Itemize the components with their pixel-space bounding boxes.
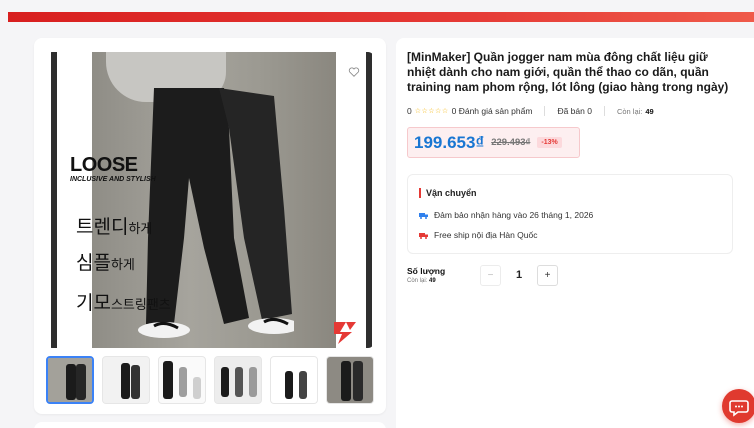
shipping-title-bar — [419, 188, 421, 198]
delivery-text: Đảm bảo nhận hàng vào 26 tháng 1, 2026 — [434, 210, 594, 220]
overlay-korean-line-3: 기모스트링팬츠 — [76, 288, 171, 315]
quantity-value[interactable]: 1 — [501, 265, 537, 286]
sold-count: Đã bán 0 — [557, 106, 592, 116]
product-info-panel: [MinMaker] Quần jogger nam mùa đông chất… — [396, 38, 754, 428]
discount-badge: -13% — [537, 137, 562, 148]
meta-divider — [544, 106, 546, 116]
shipping-box: Vận chuyển Đảm bảo nhận hàng vào 26 thán… — [407, 174, 733, 254]
delivery-guarantee: Đảm bảo nhận hàng vào 26 tháng 1, 2026 — [419, 210, 593, 220]
top-accent-bar — [8, 12, 754, 22]
meta-divider — [603, 106, 605, 116]
main-product-image[interactable]: LOOSE INCLUSIVE AND STYLISH 트렌디하게 심플하게 기… — [46, 52, 374, 348]
free-ship-text: Free ship nội địa Hàn Quốc — [434, 230, 538, 240]
overlay-headline: LOOSE — [70, 154, 138, 176]
thumbnail-1[interactable] — [46, 356, 94, 404]
rating-stars-icon: ☆☆☆☆☆ — [414, 108, 449, 115]
chat-icon — [729, 400, 749, 417]
shipping-title-text: Vận chuyển — [426, 188, 477, 198]
chat-button[interactable] — [722, 389, 754, 423]
image-border-right — [366, 52, 372, 348]
rating-value: 0 — [407, 106, 412, 116]
gallery-card-below — [34, 422, 386, 428]
original-price: 229.493₫ — [491, 137, 531, 148]
quantity-stock: Còn lại: 49 — [407, 278, 436, 284]
truck-icon — [419, 212, 428, 219]
reviews-count[interactable]: 0 Đánh giá sản phẩm — [452, 106, 533, 116]
truck-icon — [419, 232, 428, 239]
heart-icon[interactable] — [348, 66, 362, 80]
overlay-line-2-suffix: 하게 — [110, 258, 135, 273]
thumbnail-6[interactable] — [326, 356, 374, 404]
stock-label: Còn lại: — [616, 106, 643, 116]
overlay-korean-line-1: 트렌디하게 — [76, 212, 152, 239]
quantity-stock-label: Còn lại: — [407, 278, 428, 284]
product-meta-row: 0 ☆☆☆☆☆ 0 Đánh giá sản phẩm Đã bán 0 Còn… — [407, 105, 654, 117]
thumbnail-strip — [46, 356, 374, 406]
overlay-line-1-suffix: 하게 — [128, 222, 153, 237]
price-box: 199.653₫ 229.493₫ -13% — [407, 127, 580, 158]
thumbnail-5[interactable] — [270, 356, 318, 404]
thumbnail-4[interactable] — [214, 356, 262, 404]
product-gallery: LOOSE INCLUSIVE AND STYLISH 트렌디하게 심플하게 기… — [34, 38, 386, 414]
overlay-line-2-main: 심플 — [76, 252, 111, 274]
overlay-line-3-main: 기모 — [76, 292, 111, 314]
overlay-line-3-suffix: 스트링팬츠 — [110, 298, 171, 313]
brand-logo-icon — [334, 322, 356, 344]
shipping-title: Vận chuyển — [419, 188, 477, 198]
overlay-korean-line-2: 심플하게 — [76, 248, 135, 275]
quantity-decrease-button[interactable]: − — [480, 265, 501, 286]
overlay-line-1-main: 트렌디 — [76, 216, 129, 238]
overlay-tagline: INCLUSIVE AND STYLISH — [70, 176, 156, 183]
product-title: [MinMaker] Quần jogger nam mùa đông chất… — [407, 50, 729, 94]
quantity-stock-value: 49 — [429, 278, 436, 284]
free-shipping: Free ship nội địa Hàn Quốc — [419, 230, 537, 240]
stock-value: 49 — [645, 106, 654, 116]
quantity-increase-button[interactable]: + — [537, 265, 558, 286]
thumbnail-2[interactable] — [102, 356, 150, 404]
image-border-left — [51, 52, 57, 348]
thumbnail-3[interactable] — [158, 356, 206, 404]
quantity-label: Số lượng — [407, 266, 446, 276]
current-price: 199.653₫ — [414, 132, 485, 152]
